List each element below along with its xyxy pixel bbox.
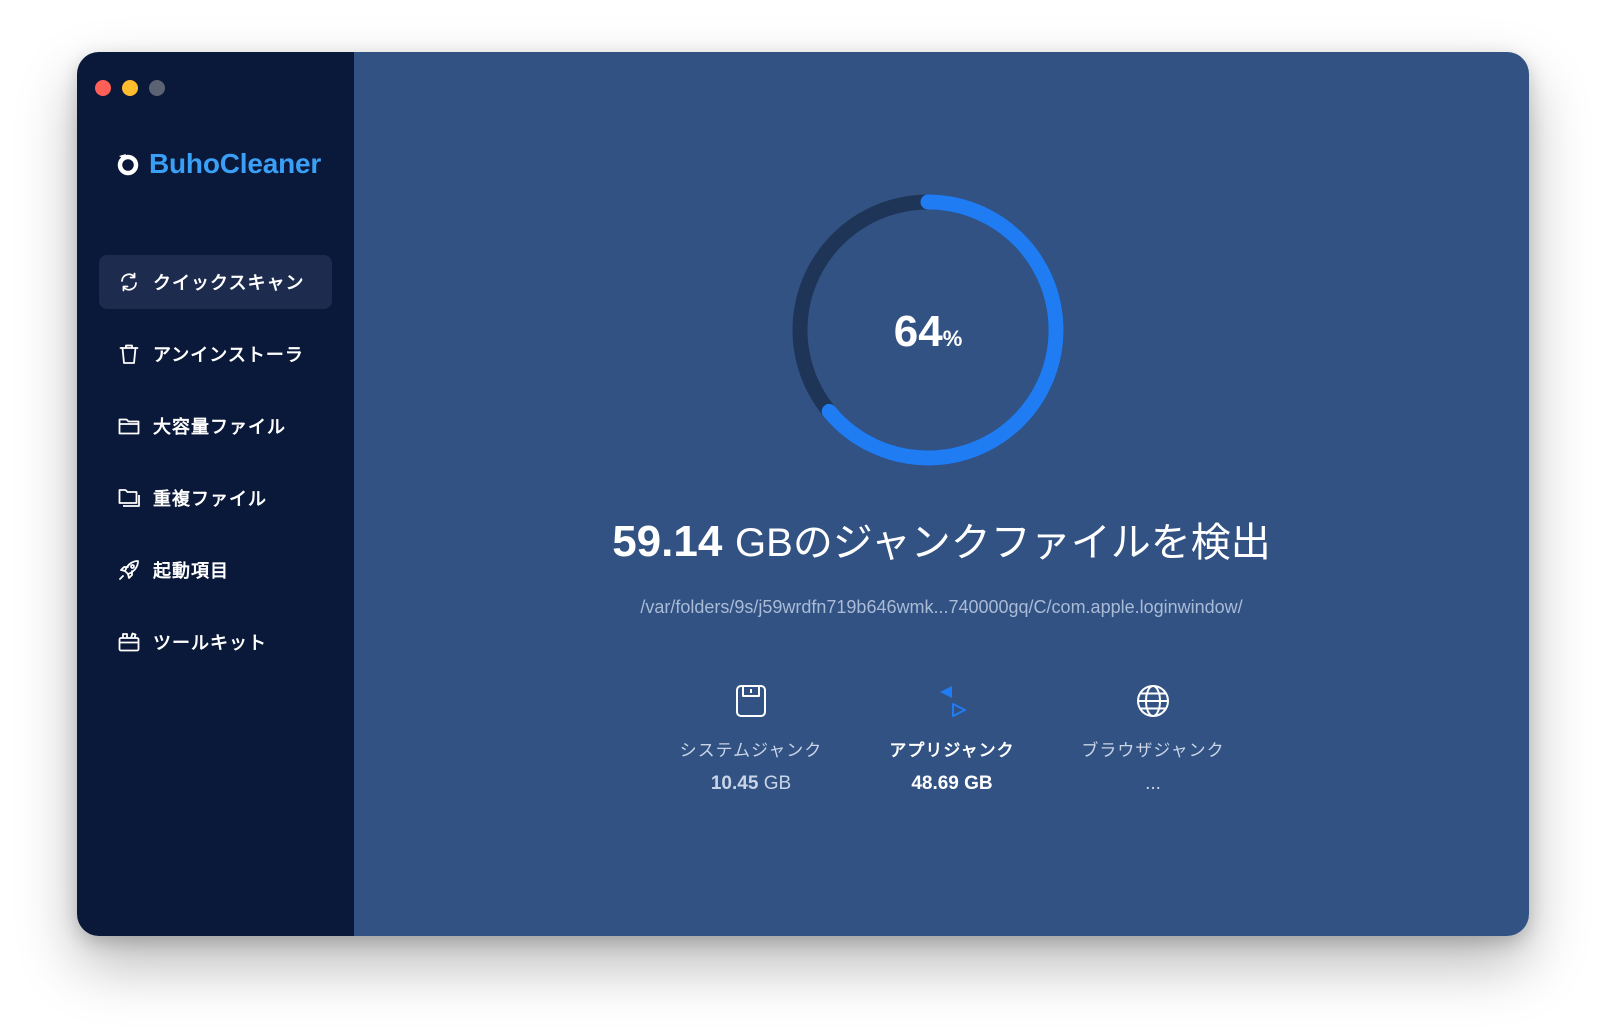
- category-system-junk: システムジャンク 10.45 GB: [651, 682, 851, 795]
- found-unit: GB: [735, 521, 793, 565]
- sidebar: BuhoCleaner クイックスキャン アンインストーラ 大容量ファイル 重複…: [77, 52, 354, 936]
- category-app-junk: アプリジャンク 48.69 GB: [852, 682, 1052, 795]
- junk-categories: システムジャンク 10.45 GB アプリジャンク 48.69 GB ブラウザジ…: [354, 682, 1529, 822]
- sidebar-item-label: 大容量ファイル: [153, 417, 286, 438]
- current-scan-path: /var/folders/9s/j59wrdfn719b646wmk...740…: [640, 597, 1243, 617]
- main-panel: 64% 59.14 GBのジャンクファイルを検出 /var/folders/9s…: [354, 52, 1529, 936]
- trash-icon: [119, 344, 139, 364]
- rocket-icon: [119, 560, 139, 580]
- category-size-unit: GB: [763, 773, 792, 794]
- category-label: アプリジャンク: [889, 741, 1015, 761]
- sidebar-item-label: ツールキット: [153, 633, 267, 654]
- sidebar-item-toolkit[interactable]: ツールキット: [99, 615, 332, 669]
- buho-logo-icon: [117, 154, 139, 176]
- toolbox-icon: [118, 632, 140, 652]
- sidebar-item-duplicates[interactable]: 重複ファイル: [99, 471, 332, 525]
- app-window: BuhoCleaner クイックスキャン アンインストーラ 大容量ファイル 重複…: [77, 52, 1529, 936]
- category-value: 10.45 GB: [651, 773, 851, 795]
- sidebar-item-label: アンインストーラ: [153, 345, 304, 366]
- folder-icon: [118, 418, 140, 435]
- progress-value: 64: [893, 307, 943, 356]
- refresh-icon: [121, 272, 137, 292]
- category-label: ブラウザジャンク: [1081, 741, 1225, 761]
- minimize-window-button[interactable]: [122, 80, 138, 96]
- app-junk-icon: [940, 686, 966, 717]
- sidebar-nav: クイックスキャン アンインストーラ 大容量ファイル 重複ファイル 起動項目 ツー…: [99, 255, 332, 687]
- sidebar-item-label: 起動項目: [153, 561, 229, 582]
- found-text: のジャンクファイルを検出: [792, 520, 1271, 566]
- disk-icon: [736, 685, 766, 717]
- app-name: BuhoCleaner: [149, 148, 322, 179]
- sidebar-item-label: 重複ファイル: [153, 489, 267, 510]
- sidebar-item-startup-items[interactable]: 起動項目: [99, 543, 332, 597]
- found-headline: 59.14 GBのジャンクファイルを検出: [354, 510, 1529, 568]
- category-browser-junk: ブラウザジャンク ...: [1053, 682, 1253, 795]
- sidebar-item-label: クイックスキャン: [153, 273, 305, 294]
- sidebar-item-quick-scan[interactable]: クイックスキャン: [99, 255, 332, 309]
- category-size: 10.45: [710, 773, 759, 794]
- duplicate-folder-icon: [118, 489, 140, 507]
- category-size-unit: GB: [964, 773, 993, 794]
- window-controls: [95, 80, 165, 96]
- close-window-button[interactable]: [95, 80, 111, 96]
- category-size: 48.69: [911, 773, 959, 794]
- app-logo: BuhoCleaner: [115, 148, 321, 180]
- sidebar-item-uninstaller[interactable]: アンインストーラ: [99, 327, 332, 381]
- category-value: 48.69 GB: [852, 773, 1052, 795]
- found-amount: 59.14: [612, 517, 723, 566]
- zoom-window-button[interactable]: [149, 80, 165, 96]
- progress-percent: 64%: [790, 307, 1066, 357]
- sidebar-item-large-files[interactable]: 大容量ファイル: [99, 399, 332, 453]
- category-label: システムジャンク: [679, 741, 823, 761]
- category-value: ...: [1145, 773, 1161, 794]
- globe-icon: [1137, 685, 1169, 717]
- progress-unit: %: [942, 326, 963, 351]
